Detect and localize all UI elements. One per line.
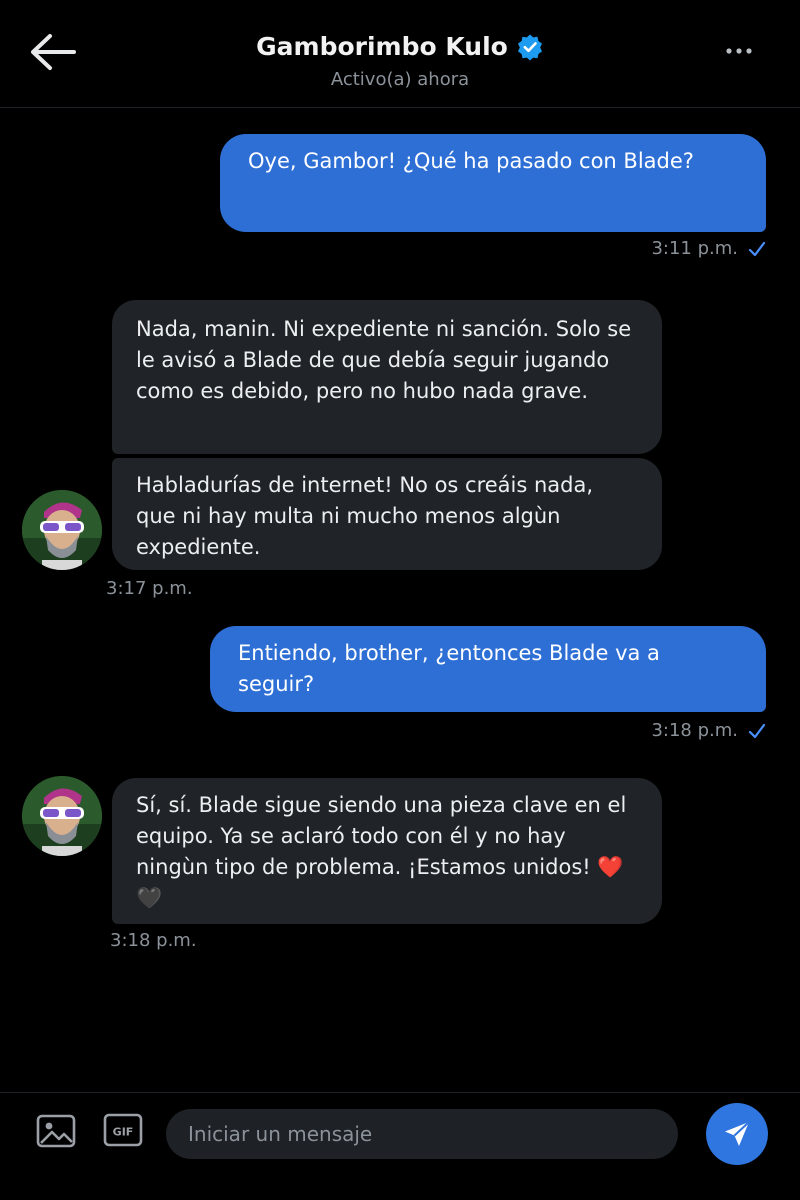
contact-avatar[interactable] [22,776,102,856]
send-icon [725,1121,750,1146]
message-timestamp: 3:18 p.m. [651,720,738,741]
message-bubble-received[interactable]: Nada, manin. Ni expediente ni sanción. S… [112,300,662,454]
message-timestamp: 3:11 p.m. [651,238,738,259]
message-text: Nada, manin. Ni expediente ni sanción. S… [136,317,632,403]
message-timestamp: 3:17 p.m. [106,578,193,599]
gif-icon: GIF [103,1113,143,1147]
message-bubble-sent[interactable]: Entiendo, brother, ¿entonces Blade va a … [210,626,766,712]
conversation-header: Gamborimbo Kulo Activo(a) ahora [0,0,800,108]
title-row: Gamborimbo Kulo [256,32,544,61]
image-icon [36,1114,76,1148]
contact-name[interactable]: Gamborimbo Kulo [256,32,508,61]
add-image-button[interactable] [36,1113,76,1149]
message-timestamp: 3:18 p.m. [110,930,197,951]
check-icon [748,723,766,738]
message-text: Oye, Gambor! ¿Qué ha pasado con Blade? [248,149,694,173]
message-meta: 3:18 p.m. [651,720,766,741]
send-button[interactable] [706,1103,768,1165]
message-input-wrapper[interactable] [166,1109,678,1159]
avatar-image [22,490,102,570]
gif-label: GIF [113,1126,134,1139]
message-text: Sí, sí. Blade sigue siendo una pieza cla… [136,793,627,910]
header-title-block: Gamborimbo Kulo Activo(a) ahora [0,32,800,90]
presence-status: Activo(a) ahora [330,69,470,90]
contact-avatar[interactable] [22,490,102,570]
message-input[interactable] [186,1121,658,1147]
message-bubble-received[interactable]: Habladurías de internet! No os creáis na… [112,458,662,570]
add-gif-button[interactable]: GIF [103,1113,143,1147]
verified-badge-icon [517,34,542,60]
message-text: Habladurías de internet! No os creáis na… [136,473,594,559]
more-options-button[interactable] [722,36,756,66]
check-icon [748,241,766,256]
message-meta: 3:11 p.m. [651,238,766,259]
message-composer: GIF [0,1092,800,1200]
message-bubble-received[interactable]: Sí, sí. Blade sigue siendo una pieza cla… [112,778,662,924]
message-text: Entiendo, brother, ¿entonces Blade va a … [238,641,660,696]
avatar-image [22,776,102,856]
message-bubble-sent[interactable]: Oye, Gambor! ¿Qué ha pasado con Blade? [220,134,766,232]
more-options-icon [726,48,752,54]
